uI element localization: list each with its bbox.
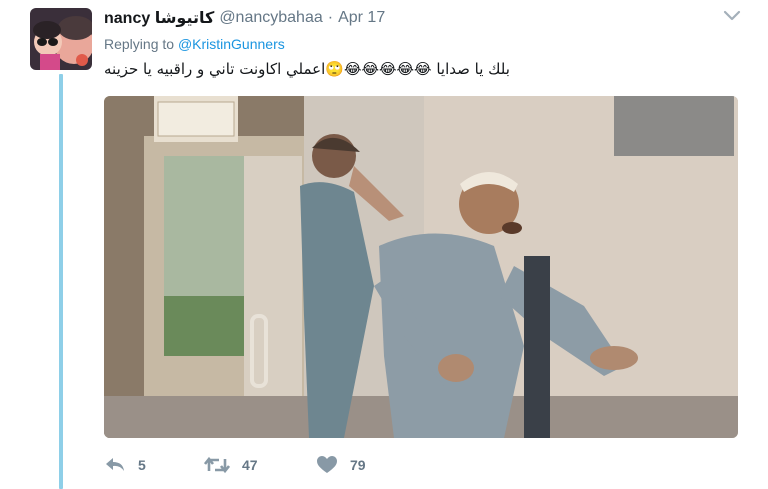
- avatar-image: [30, 8, 92, 70]
- like-count: 79: [350, 457, 366, 473]
- tweet-actions: 5 47 79: [104, 455, 366, 475]
- tweet-header: nancy كاتيوشا @nancybahaa · Apr 17: [104, 8, 385, 28]
- tweet-media[interactable]: [104, 96, 738, 438]
- tweet-text: بلك يا صدايا 😂😂😂😂😂🙄اعملي اكاونت تاني و ر…: [104, 60, 510, 78]
- reply-count: 5: [138, 457, 146, 473]
- user-handle[interactable]: @nancybahaa: [219, 9, 322, 27]
- thread-line: [59, 74, 63, 489]
- avatar[interactable]: [30, 8, 92, 70]
- like-button[interactable]: 79: [316, 455, 366, 475]
- retweet-icon: [204, 456, 230, 474]
- replying-to-link[interactable]: @KristinGunners: [178, 36, 285, 52]
- retweet-button[interactable]: 47: [204, 455, 316, 475]
- replying-to: Replying to @KristinGunners: [104, 36, 285, 52]
- retweet-count: 47: [242, 457, 258, 473]
- replying-to-label: Replying to: [104, 36, 175, 52]
- separator-dot: ·: [327, 9, 334, 26]
- media-image: [104, 96, 738, 438]
- heart-icon: [317, 456, 337, 473]
- more-options-button[interactable]: [722, 8, 742, 24]
- chevron-down-icon: [723, 10, 741, 21]
- display-name[interactable]: nancy كاتيوشا: [104, 8, 214, 28]
- reply-button[interactable]: 5: [104, 455, 204, 475]
- reply-icon: [106, 458, 124, 471]
- tweet-timestamp[interactable]: Apr 17: [338, 9, 385, 27]
